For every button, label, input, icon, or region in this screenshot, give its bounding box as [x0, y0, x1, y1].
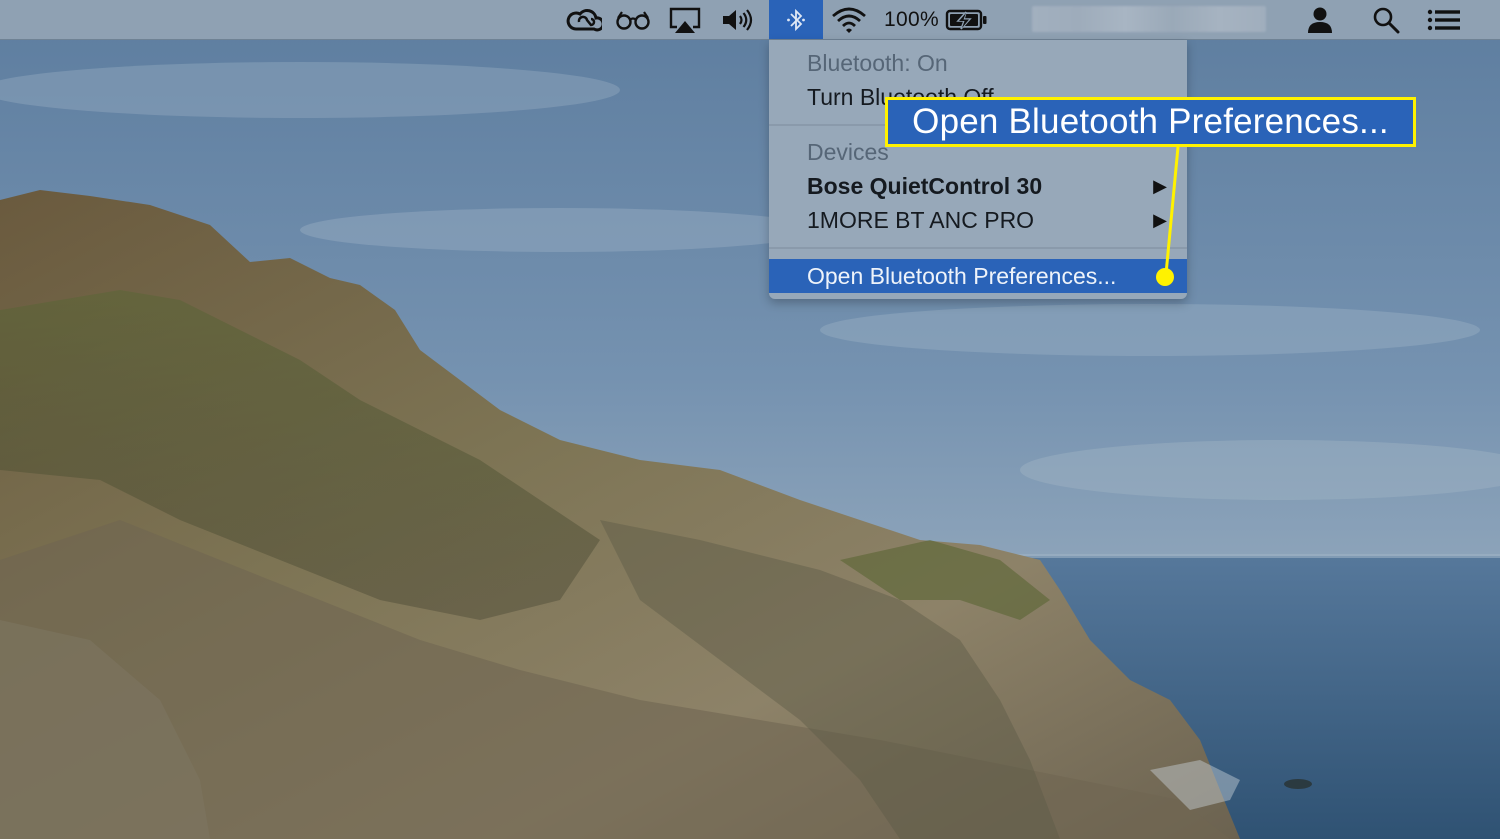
menu-separator: [769, 247, 1187, 249]
callout-text: Open Bluetooth Preferences...: [912, 102, 1389, 141]
battery-charging-icon: [945, 9, 987, 30]
bluetooth-status: Bluetooth: On: [769, 46, 1187, 80]
device-item-1more[interactable]: 1MORE BT ANC PRO ▶: [769, 203, 1187, 237]
submenu-arrow-icon: ▶: [1153, 209, 1167, 230]
user-icon: [1308, 7, 1332, 33]
callout-label: Open Bluetooth Preferences...: [885, 97, 1416, 147]
search-icon: [1373, 7, 1400, 33]
airplay-icon: [669, 7, 701, 33]
glasses-icon: [616, 10, 650, 30]
menu-bar: 100%: [0, 0, 1500, 40]
device-name: 1MORE BT ANC PRO: [807, 206, 1035, 233]
redacted-menubar-item: [1032, 6, 1266, 32]
user-menu[interactable]: [1300, 0, 1340, 39]
battery-percent: 100%: [884, 7, 939, 31]
volume-menu[interactable]: [716, 0, 758, 39]
bluetooth-status-label: Bluetooth: On: [807, 49, 948, 76]
speaker-icon: [723, 8, 753, 31]
list-icon: [1427, 9, 1460, 30]
battery-menu[interactable]: 100%: [884, 0, 992, 39]
submenu-arrow-icon: ▶: [1153, 175, 1167, 196]
bluetooth-menu[interactable]: [769, 0, 823, 39]
bluetooth-icon: [787, 8, 805, 31]
open-bluetooth-preferences-label: Open Bluetooth Preferences...: [807, 262, 1117, 289]
creative-cloud-menu[interactable]: [563, 0, 605, 39]
device-name: Bose QuietControl 30: [807, 172, 1043, 199]
wifi-menu[interactable]: [827, 0, 871, 39]
device-item-bose[interactable]: Bose QuietControl 30 ▶: [769, 169, 1187, 203]
accessibility-menu[interactable]: [612, 0, 654, 39]
airplay-menu[interactable]: [664, 0, 706, 39]
bluetooth-dropdown-menu: Bluetooth: On Turn Bluetooth Off Devices…: [769, 40, 1187, 299]
open-bluetooth-preferences-item[interactable]: Open Bluetooth Preferences...: [769, 259, 1187, 293]
devices-header-label: Devices: [807, 138, 889, 165]
creative-cloud-icon: [566, 8, 602, 31]
spotlight-search[interactable]: [1366, 0, 1406, 39]
notification-center[interactable]: [1422, 0, 1466, 39]
wifi-icon: [832, 7, 866, 33]
